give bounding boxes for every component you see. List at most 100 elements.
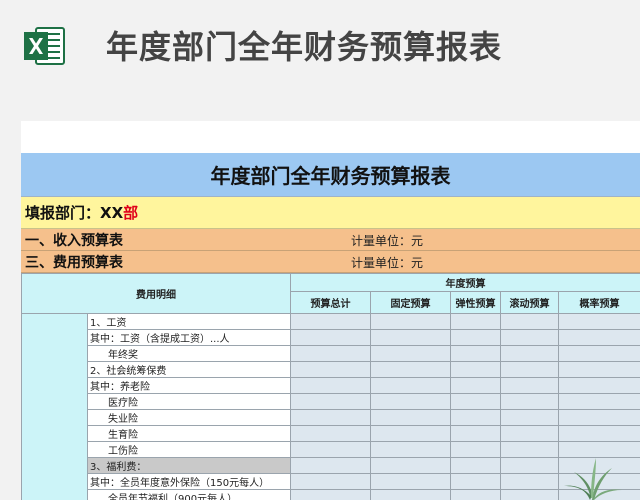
section-label: 一、收入预算表 [25, 232, 123, 249]
value-cell[interactable] [558, 361, 640, 378]
table-row: 生育险 [22, 425, 640, 442]
col-group-header[interactable]: 年度预算 [290, 273, 640, 292]
value-cell[interactable] [558, 425, 640, 442]
value-cell[interactable] [450, 361, 501, 378]
row-label[interactable]: 其中：全员年度意外保险（150元每人） [87, 473, 291, 490]
table-row: 3、福利费： [22, 457, 640, 474]
row-label[interactable]: 1、工资 [87, 313, 291, 330]
col-header[interactable]: 滚动预算 [500, 291, 559, 314]
value-cell[interactable] [558, 377, 640, 394]
top-banner: 年度部门全年财务预算报表 [0, 0, 640, 100]
value-cell[interactable] [370, 425, 451, 442]
page-title: 年度部门全年财务预算报表 [106, 28, 503, 66]
section-expense[interactable]: 三、费用预算表 计量单位：元 [21, 251, 640, 273]
value-cell[interactable] [500, 313, 559, 330]
budget-table: 费用明细 年度预算 预算总计 固定预算 弹性预算 滚动预算 概率预算 1、工资其… [21, 273, 640, 500]
value-cell[interactable] [500, 393, 559, 410]
value-cell[interactable] [450, 313, 501, 330]
value-cell[interactable] [370, 345, 451, 362]
category-cell[interactable] [21, 313, 88, 500]
value-cell[interactable] [450, 329, 501, 346]
row-label[interactable]: 生育险 [87, 425, 291, 442]
value-cell[interactable] [370, 377, 451, 394]
row-label[interactable]: 工伤险 [87, 441, 291, 458]
value-cell[interactable] [558, 345, 640, 362]
value-cell[interactable] [558, 409, 640, 426]
value-cell[interactable] [450, 377, 501, 394]
value-cell[interactable] [290, 329, 371, 346]
value-cell[interactable] [450, 409, 501, 426]
row-label[interactable]: 失业险 [87, 409, 291, 426]
value-cell[interactable] [290, 473, 371, 490]
value-cell[interactable] [290, 457, 371, 474]
row-label[interactable]: 年终奖 [87, 345, 291, 362]
value-cell[interactable] [290, 425, 371, 442]
value-cell[interactable] [370, 489, 451, 500]
value-cell[interactable] [370, 457, 451, 474]
value-cell[interactable] [290, 441, 371, 458]
value-cell[interactable] [450, 425, 501, 442]
dept-value: XX [100, 203, 124, 222]
value-cell[interactable] [500, 425, 559, 442]
value-cell[interactable] [450, 393, 501, 410]
value-cell[interactable] [290, 489, 371, 500]
value-cell[interactable] [290, 345, 371, 362]
col-detail-header[interactable]: 费用明细 [21, 273, 291, 314]
value-cell[interactable] [450, 489, 501, 500]
excel-logo-icon [24, 27, 65, 65]
value-cell[interactable] [500, 489, 559, 500]
table-row: 全员年节福利（900元每人） [22, 489, 640, 500]
spreadsheet-area: 年度部门全年财务预算报表 填报部门： XX 部 一、收入预算表 计量单位：元 三… [21, 121, 640, 500]
value-cell[interactable] [290, 409, 371, 426]
value-cell[interactable] [370, 329, 451, 346]
value-cell[interactable] [500, 457, 559, 474]
value-cell[interactable] [370, 361, 451, 378]
value-cell[interactable] [500, 441, 559, 458]
value-cell[interactable] [500, 345, 559, 362]
value-cell[interactable] [450, 345, 501, 362]
table-row: 失业险 [22, 409, 640, 426]
row-label[interactable]: 3、福利费： [87, 457, 291, 474]
value-cell[interactable] [500, 377, 559, 394]
dept-label: 填报部门： [25, 204, 101, 222]
dept-value-red: 部 [123, 204, 139, 222]
col-header[interactable]: 概率预算 [558, 291, 640, 314]
table-row: 医疗险 [22, 393, 640, 410]
value-cell[interactable] [290, 377, 371, 394]
value-cell[interactable] [500, 329, 559, 346]
row-label[interactable]: 其中：养老险 [87, 377, 291, 394]
value-cell[interactable] [370, 409, 451, 426]
value-cell[interactable] [290, 361, 371, 378]
unit-label: 计量单位：元 [351, 256, 424, 270]
dept-row[interactable]: 填报部门： XX 部 [21, 197, 640, 229]
value-cell[interactable] [500, 361, 559, 378]
value-cell[interactable] [290, 313, 371, 330]
col-header[interactable]: 固定预算 [370, 291, 451, 314]
value-cell[interactable] [290, 393, 371, 410]
row-label[interactable]: 2、社会统筹保费 [87, 361, 291, 378]
value-cell[interactable] [370, 393, 451, 410]
row-label[interactable]: 其中：工资（含提成工资）...人 [87, 329, 291, 346]
col-header[interactable]: 弹性预算 [450, 291, 501, 314]
section-label: 三、费用预算表 [25, 254, 123, 271]
section-income[interactable]: 一、收入预算表 计量单位：元 [21, 229, 640, 251]
table-row: 2、社会统筹保费 [22, 361, 640, 378]
value-cell[interactable] [450, 473, 501, 490]
value-cell[interactable] [500, 473, 559, 490]
blank-row [21, 121, 640, 153]
value-cell[interactable] [558, 313, 640, 330]
value-cell[interactable] [450, 441, 501, 458]
value-cell[interactable] [370, 473, 451, 490]
sheet-title[interactable]: 年度部门全年财务预算报表 [21, 153, 640, 197]
table-row: 工伤险 [22, 441, 640, 458]
value-cell[interactable] [558, 329, 640, 346]
row-label[interactable]: 医疗险 [87, 393, 291, 410]
value-cell[interactable] [450, 457, 501, 474]
col-header[interactable]: 预算总计 [290, 291, 371, 314]
row-label[interactable]: 全员年节福利（900元每人） [87, 489, 291, 500]
value-cell[interactable] [500, 409, 559, 426]
value-cell[interactable] [370, 313, 451, 330]
value-cell[interactable] [370, 441, 451, 458]
table-row: 其中：全员年度意外保险（150元每人） [22, 473, 640, 490]
value-cell[interactable] [558, 393, 640, 410]
